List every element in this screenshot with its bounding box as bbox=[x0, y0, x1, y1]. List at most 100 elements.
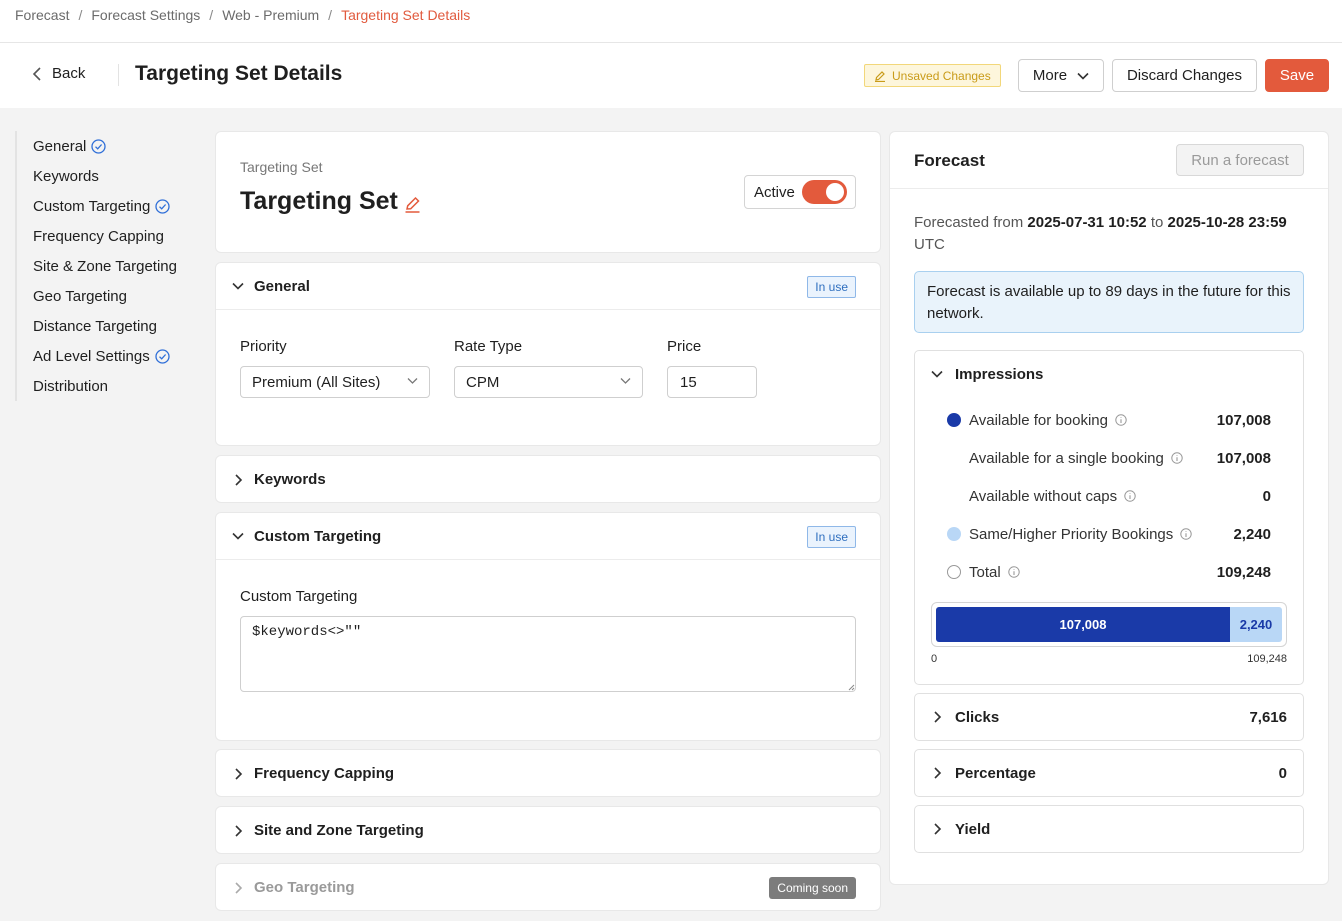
pencil-icon bbox=[875, 70, 885, 82]
site-zone-section-header[interactable]: Site and Zone Targeting bbox=[216, 807, 880, 854]
sidebar-item-keywords[interactable]: Keywords bbox=[33, 161, 177, 191]
custom-targeting-section-header[interactable]: Custom Targeting In use bbox=[216, 513, 880, 560]
run-forecast-button[interactable]: Run a forecast bbox=[1176, 144, 1304, 176]
rate-type-select[interactable]: CPM bbox=[454, 366, 643, 398]
range-prefix: Forecasted from bbox=[914, 214, 1024, 231]
frequency-capping-section-header[interactable]: Frequency Capping bbox=[216, 750, 880, 797]
more-label: More bbox=[1032, 67, 1068, 84]
info-icon[interactable] bbox=[1007, 566, 1020, 578]
chevron-down-icon bbox=[1077, 72, 1089, 80]
keywords-section-header[interactable]: Keywords bbox=[216, 456, 880, 503]
impressions-row-value: 107,008 bbox=[1216, 449, 1271, 467]
keywords-section: Keywords bbox=[215, 455, 881, 503]
in-use-badge: In use bbox=[807, 526, 856, 548]
impressions-row-value: 0 bbox=[1262, 487, 1271, 505]
breadcrumb-forecast-settings[interactable]: Forecast Settings bbox=[91, 7, 200, 23]
unsaved-changes-label: Unsaved Changes bbox=[892, 68, 991, 83]
custom-targeting-section-title: Custom Targeting bbox=[254, 527, 382, 545]
forecast-range: Forecasted from 2025-07-31 10:52 to 2025… bbox=[914, 212, 1314, 256]
in-use-badge: In use bbox=[807, 276, 856, 298]
sidebar-item-distance-targeting[interactable]: Distance Targeting bbox=[33, 311, 177, 341]
geo-targeting-section: Geo Targeting Coming soon bbox=[215, 863, 881, 911]
info-icon[interactable] bbox=[1171, 452, 1183, 464]
back-button[interactable]: Back bbox=[32, 65, 85, 82]
breadcrumb-web-premium[interactable]: Web - Premium bbox=[222, 7, 319, 23]
breadcrumb-separator: / bbox=[209, 7, 214, 23]
info-icon[interactable] bbox=[1124, 490, 1136, 502]
sidebar-item-custom-targeting[interactable]: Custom Targeting bbox=[33, 191, 177, 221]
sidebar-item-ad-level-settings[interactable]: Ad Level Settings bbox=[33, 341, 177, 371]
breadcrumb-current: Targeting Set Details bbox=[341, 7, 471, 23]
info-icon[interactable] bbox=[1180, 528, 1192, 540]
impressions-row-label: Total bbox=[969, 563, 1001, 581]
legend-dot bbox=[947, 527, 961, 541]
more-button[interactable]: More bbox=[1018, 59, 1104, 92]
sidebar-item-site-zone-targeting[interactable]: Site & Zone Targeting bbox=[33, 251, 177, 281]
priority-value: Premium (All Sites) bbox=[252, 373, 381, 391]
breadcrumb: Forecast / Forecast Settings / Web - Pre… bbox=[15, 7, 470, 23]
discard-changes-button[interactable]: Discard Changes bbox=[1112, 59, 1257, 92]
price-input[interactable]: 15 bbox=[667, 366, 757, 398]
sidebar-item-label: Site & Zone Targeting bbox=[33, 257, 177, 275]
general-section-header[interactable]: General In use bbox=[216, 263, 880, 310]
sidebar-item-label: Distribution bbox=[33, 377, 109, 395]
chevron-right-icon bbox=[934, 711, 942, 723]
impressions-row-label: Available without caps bbox=[969, 487, 1118, 505]
impressions-row-available-booking: Available for booking 107,008 bbox=[947, 410, 1271, 430]
impressions-row-without-caps: Available without caps 0 bbox=[947, 486, 1271, 506]
custom-targeting-label: Custom Targeting bbox=[240, 588, 358, 605]
legend-dot bbox=[947, 565, 961, 579]
resize-handle-icon[interactable] bbox=[848, 684, 855, 691]
targeting-set-card: Targeting Set Targeting Set Active bbox=[215, 131, 881, 253]
custom-targeting-section: Custom Targeting In use Custom Targeting… bbox=[215, 512, 881, 741]
custom-targeting-textarea[interactable]: $keywords<>"" bbox=[240, 616, 856, 692]
breadcrumb-separator: / bbox=[78, 7, 83, 23]
sidebar-item-frequency-capping[interactable]: Frequency Capping bbox=[33, 221, 177, 251]
save-button[interactable]: Save bbox=[1265, 59, 1329, 92]
geo-targeting-section-header: Geo Targeting Coming soon bbox=[216, 864, 880, 911]
yield-header[interactable]: Yield bbox=[915, 806, 1303, 852]
sidebar-item-geo-targeting[interactable]: Geo Targeting bbox=[33, 281, 177, 311]
forecast-title: Forecast bbox=[914, 151, 985, 170]
breadcrumb-forecast[interactable]: Forecast bbox=[15, 7, 69, 23]
sidebar-item-label: Keywords bbox=[33, 167, 99, 185]
chevron-down-icon bbox=[931, 370, 943, 378]
impressions-row-value: 2,240 bbox=[1233, 525, 1271, 543]
clicks-title: Clicks bbox=[955, 708, 1000, 726]
impressions-title: Impressions bbox=[955, 365, 1044, 383]
geo-targeting-section-title: Geo Targeting bbox=[254, 879, 355, 896]
chevron-down-icon bbox=[232, 282, 244, 290]
impressions-row-label: Same/Higher Priority Bookings bbox=[969, 525, 1174, 543]
site-zone-section-title: Site and Zone Targeting bbox=[254, 822, 424, 839]
impressions-row-higher-priority: Same/Higher Priority Bookings 2,240 bbox=[947, 524, 1271, 544]
info-icon[interactable] bbox=[1115, 414, 1127, 426]
impressions-row-label: Available for booking bbox=[969, 411, 1108, 429]
range-mid: to bbox=[1150, 214, 1164, 231]
header-separator bbox=[118, 64, 119, 86]
forecast-info-message: Forecast is available up to 89 days in t… bbox=[914, 271, 1304, 333]
clicks-value: 7,616 bbox=[1249, 709, 1287, 726]
coming-soon-badge: Coming soon bbox=[769, 877, 856, 899]
percentage-header[interactable]: Percentage bbox=[915, 750, 1303, 796]
priority-select[interactable]: Premium (All Sites) bbox=[240, 366, 430, 398]
keywords-section-title: Keywords bbox=[254, 471, 326, 488]
clicks-header[interactable]: Clicks bbox=[915, 694, 1303, 740]
pencil-edit-icon[interactable] bbox=[404, 196, 421, 213]
breadcrumb-separator: / bbox=[328, 7, 333, 23]
frequency-capping-section: Frequency Capping bbox=[215, 749, 881, 797]
sidebar-item-distribution[interactable]: Distribution bbox=[33, 371, 177, 401]
forecast-divider bbox=[890, 188, 1328, 189]
check-circle-icon bbox=[155, 198, 170, 214]
general-section-title: General bbox=[254, 277, 310, 295]
chevron-right-icon bbox=[235, 767, 243, 780]
targeting-set-eyebrow: Targeting Set bbox=[240, 159, 323, 175]
impressions-header[interactable]: Impressions bbox=[915, 351, 1303, 397]
header-divider bbox=[0, 42, 1342, 43]
range-to: 2025-10-28 23:59 bbox=[1167, 214, 1287, 231]
active-toggle[interactable] bbox=[802, 180, 847, 204]
targeting-set-name: Targeting Set bbox=[240, 187, 421, 216]
sidebar-item-general[interactable]: General bbox=[33, 131, 177, 161]
bar-segment-available: 107,008 bbox=[936, 607, 1230, 642]
chevron-right-icon bbox=[235, 473, 243, 486]
check-circle-icon bbox=[91, 138, 107, 154]
